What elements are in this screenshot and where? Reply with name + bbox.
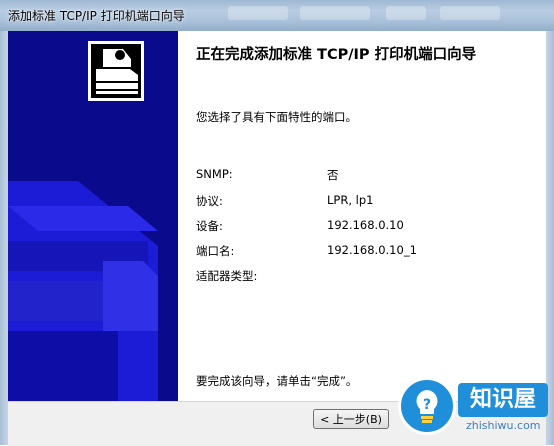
protocol-label: 协议:: [196, 194, 223, 208]
svg-text:?: ?: [423, 397, 431, 413]
lightbulb-icon: ?: [398, 377, 456, 435]
background-blur: [300, 6, 370, 20]
background-blur: [228, 6, 288, 20]
protocol-value: LPR, lp1: [327, 193, 374, 207]
adapter-type-label: 适配器类型:: [196, 269, 258, 283]
printer-illustration: [8, 41, 158, 401]
snmp-value: 否: [327, 168, 339, 182]
back-button[interactable]: < 上一步(B): [313, 409, 389, 429]
watermark-brand: 知识屋: [458, 383, 548, 417]
device-label: 设备:: [196, 219, 223, 233]
page-title: 正在完成添加标准 TCP/IP 打印机端口向导: [196, 47, 477, 63]
finish-instruction: 要完成该向导，请单击“完成”。: [196, 374, 358, 388]
background-blur: [386, 6, 426, 20]
wizard-banner: [8, 31, 178, 401]
snmp-label: SNMP:: [196, 167, 233, 181]
watermark-site: zhishiwu.com: [466, 419, 541, 432]
port-name-value: 192.168.0.10_1: [327, 243, 417, 257]
window-frame-left: [0, 31, 8, 445]
background-blur: [440, 6, 500, 20]
window-title: 添加标准 TCP/IP 打印机端口向导: [8, 9, 185, 23]
wizard-content: 正在完成添加标准 TCP/IP 打印机端口向导 您选择了具有下面特性的端口。 S…: [178, 31, 546, 401]
printer-icon: [88, 41, 144, 101]
watermark-logo: ? 知识屋 zhishiwu.com: [388, 371, 554, 445]
port-name-label: 端口名:: [196, 244, 235, 258]
device-value: 192.168.0.10: [327, 218, 404, 232]
intro-text: 您选择了具有下面特性的端口。: [196, 110, 357, 124]
title-bar[interactable]: 添加标准 TCP/IP 打印机端口向导: [0, 0, 554, 32]
